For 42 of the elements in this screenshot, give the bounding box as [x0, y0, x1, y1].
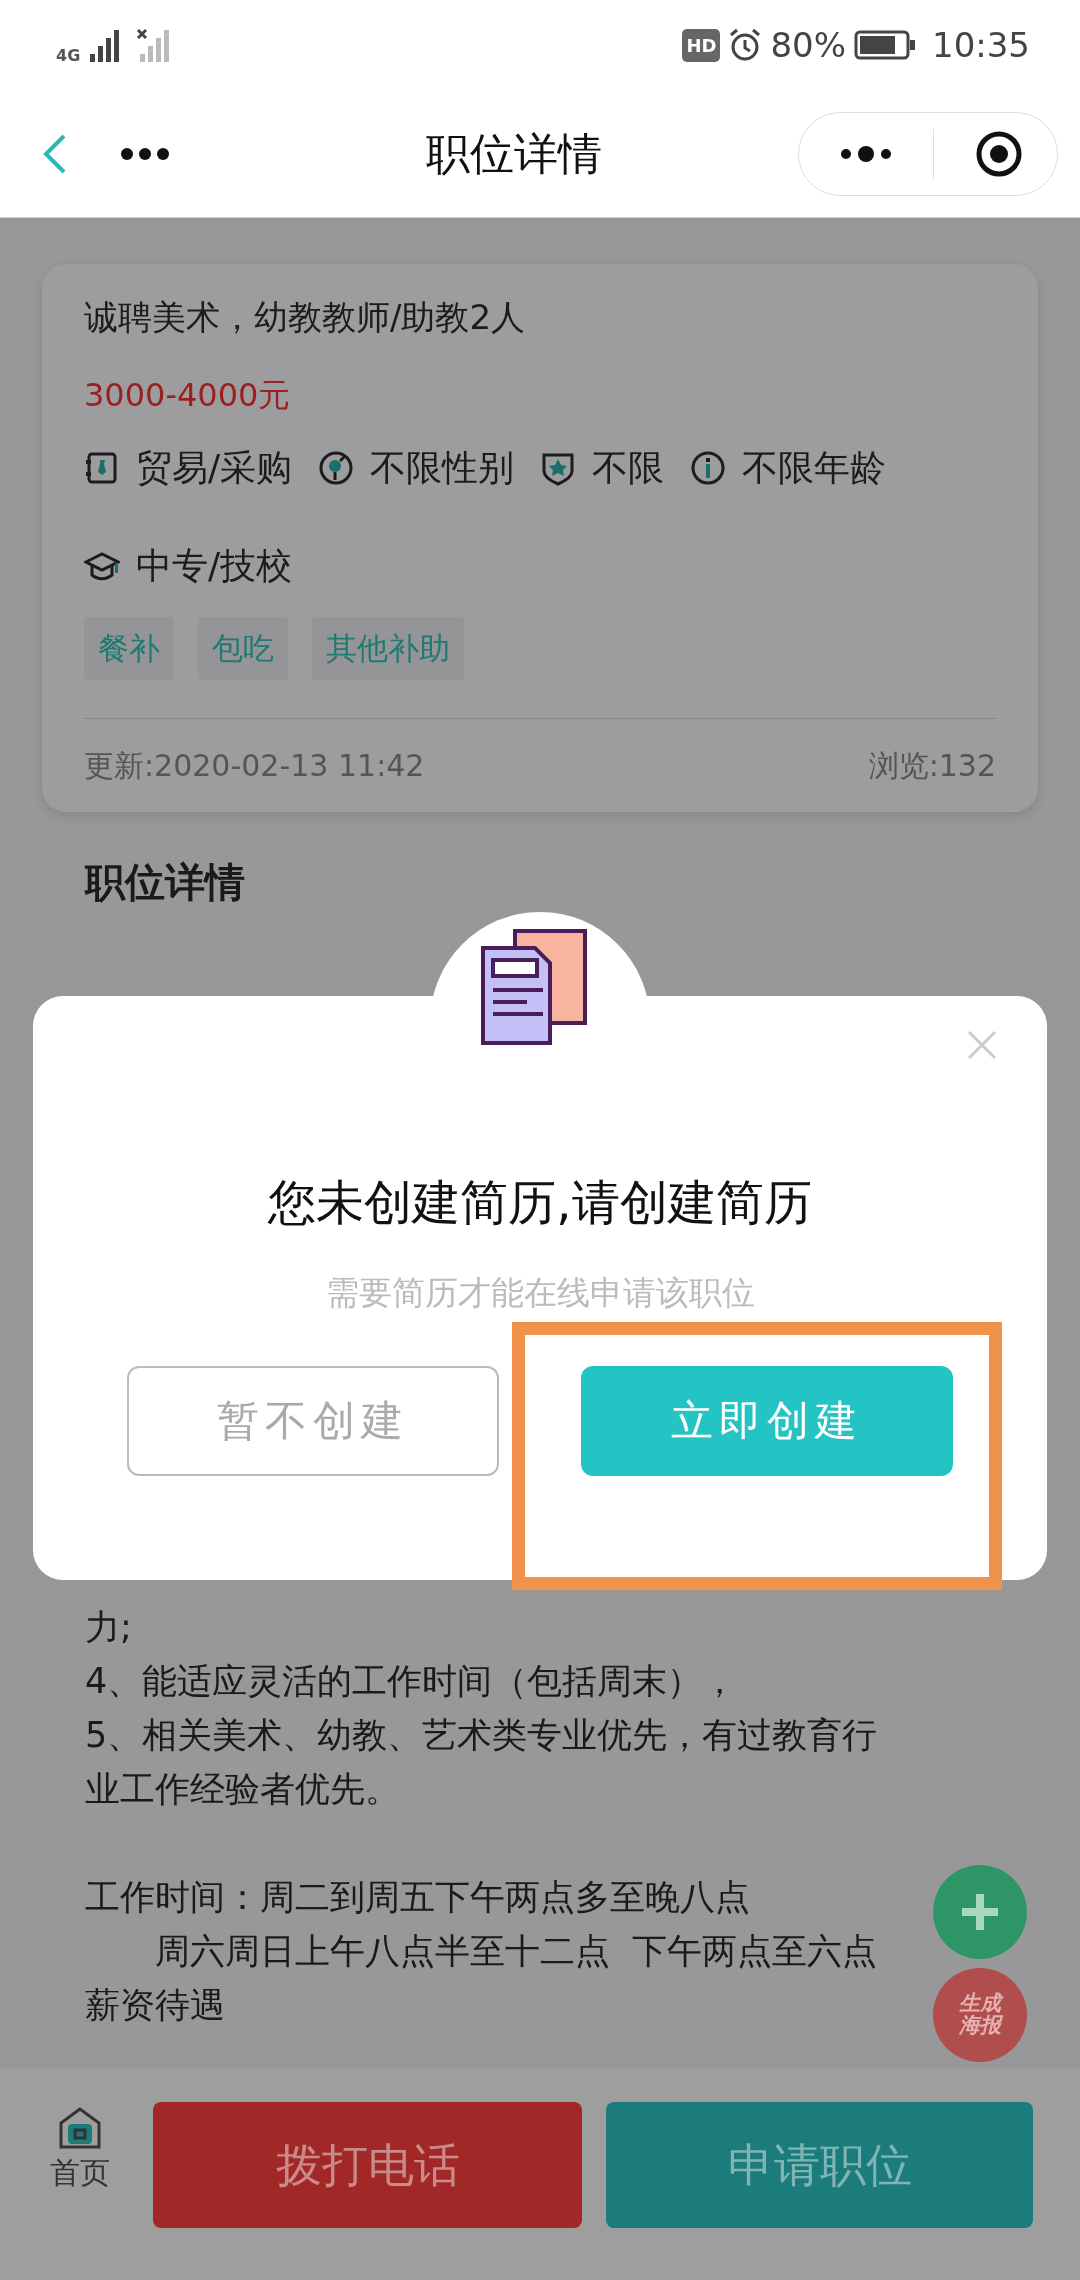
detail-line: 4、能适应灵活的工作时间（包括周末）， [85, 1660, 739, 1703]
job-attribute: 不限年龄 [742, 446, 887, 490]
home-tab[interactable]: 首页 [30, 2106, 129, 2280]
job-attribute: 不限 [592, 446, 665, 490]
more-icon[interactable] [120, 146, 170, 161]
gender-icon [318, 450, 355, 486]
detail-line: 薪资待遇 [85, 1984, 226, 2027]
update-time: 更新:2020-02-13 11:42 [84, 746, 425, 785]
clock: 10:35 [932, 23, 1030, 67]
job-attribute: 中专/技校 [136, 544, 293, 588]
job-attribute: 不限性别 [370, 446, 515, 490]
battery-icon [854, 30, 916, 60]
info-icon [690, 450, 727, 486]
apply-button[interactable]: 申请职位 [606, 2102, 1033, 2228]
home-icon [57, 2106, 102, 2150]
job-title: 诚聘美术，幼教教师/助教2人 [84, 296, 527, 339]
call-button[interactable]: 拨打电话 [153, 2102, 582, 2228]
detail-line: 5、相关美术、幼教、艺术类专业优先，有过教育行业工作经验者优先。 [85, 1714, 879, 1811]
detail-line: 力; [85, 1606, 133, 1649]
briefcase-icon [84, 450, 120, 486]
job-attribute: 贸易/采购 [136, 446, 293, 490]
benefit-tag: 包吃 [198, 617, 288, 680]
network-label: 4G [56, 45, 81, 67]
cancel-button[interactable]: 暂不创建 [127, 1365, 499, 1476]
battery-percent: 80% [770, 23, 846, 67]
salary: 3000-4000元 [84, 375, 292, 416]
create-button[interactable]: 立即创建 [581, 1365, 953, 1476]
detail-line: 工作时间：周二到周五下午两点多至晚八点 [85, 1876, 751, 1919]
page-title: 职位详情 [425, 126, 603, 181]
dialog-title: 您未创建简历,请创建简历 [268, 1173, 812, 1232]
hd-badge: HD [682, 28, 721, 62]
poster-button[interactable]: 生成海报 [933, 1968, 1027, 2062]
view-count: 浏览:132 [868, 746, 996, 785]
capsule-divider [933, 128, 934, 179]
section-heading: 职位详情 [85, 857, 246, 907]
alarm-icon [728, 28, 763, 62]
detail-line: 周六周日上午八点半至十二点 下午两点至六点 [154, 1930, 878, 1973]
close-icon[interactable] [967, 1030, 997, 1060]
benefit-tag: 其他补助 [312, 617, 464, 680]
benefit-tag: 餐补 [84, 617, 174, 680]
dialog-subtitle: 需要简历才能在线申请该职位 [325, 1272, 755, 1314]
more-icon [839, 145, 893, 162]
